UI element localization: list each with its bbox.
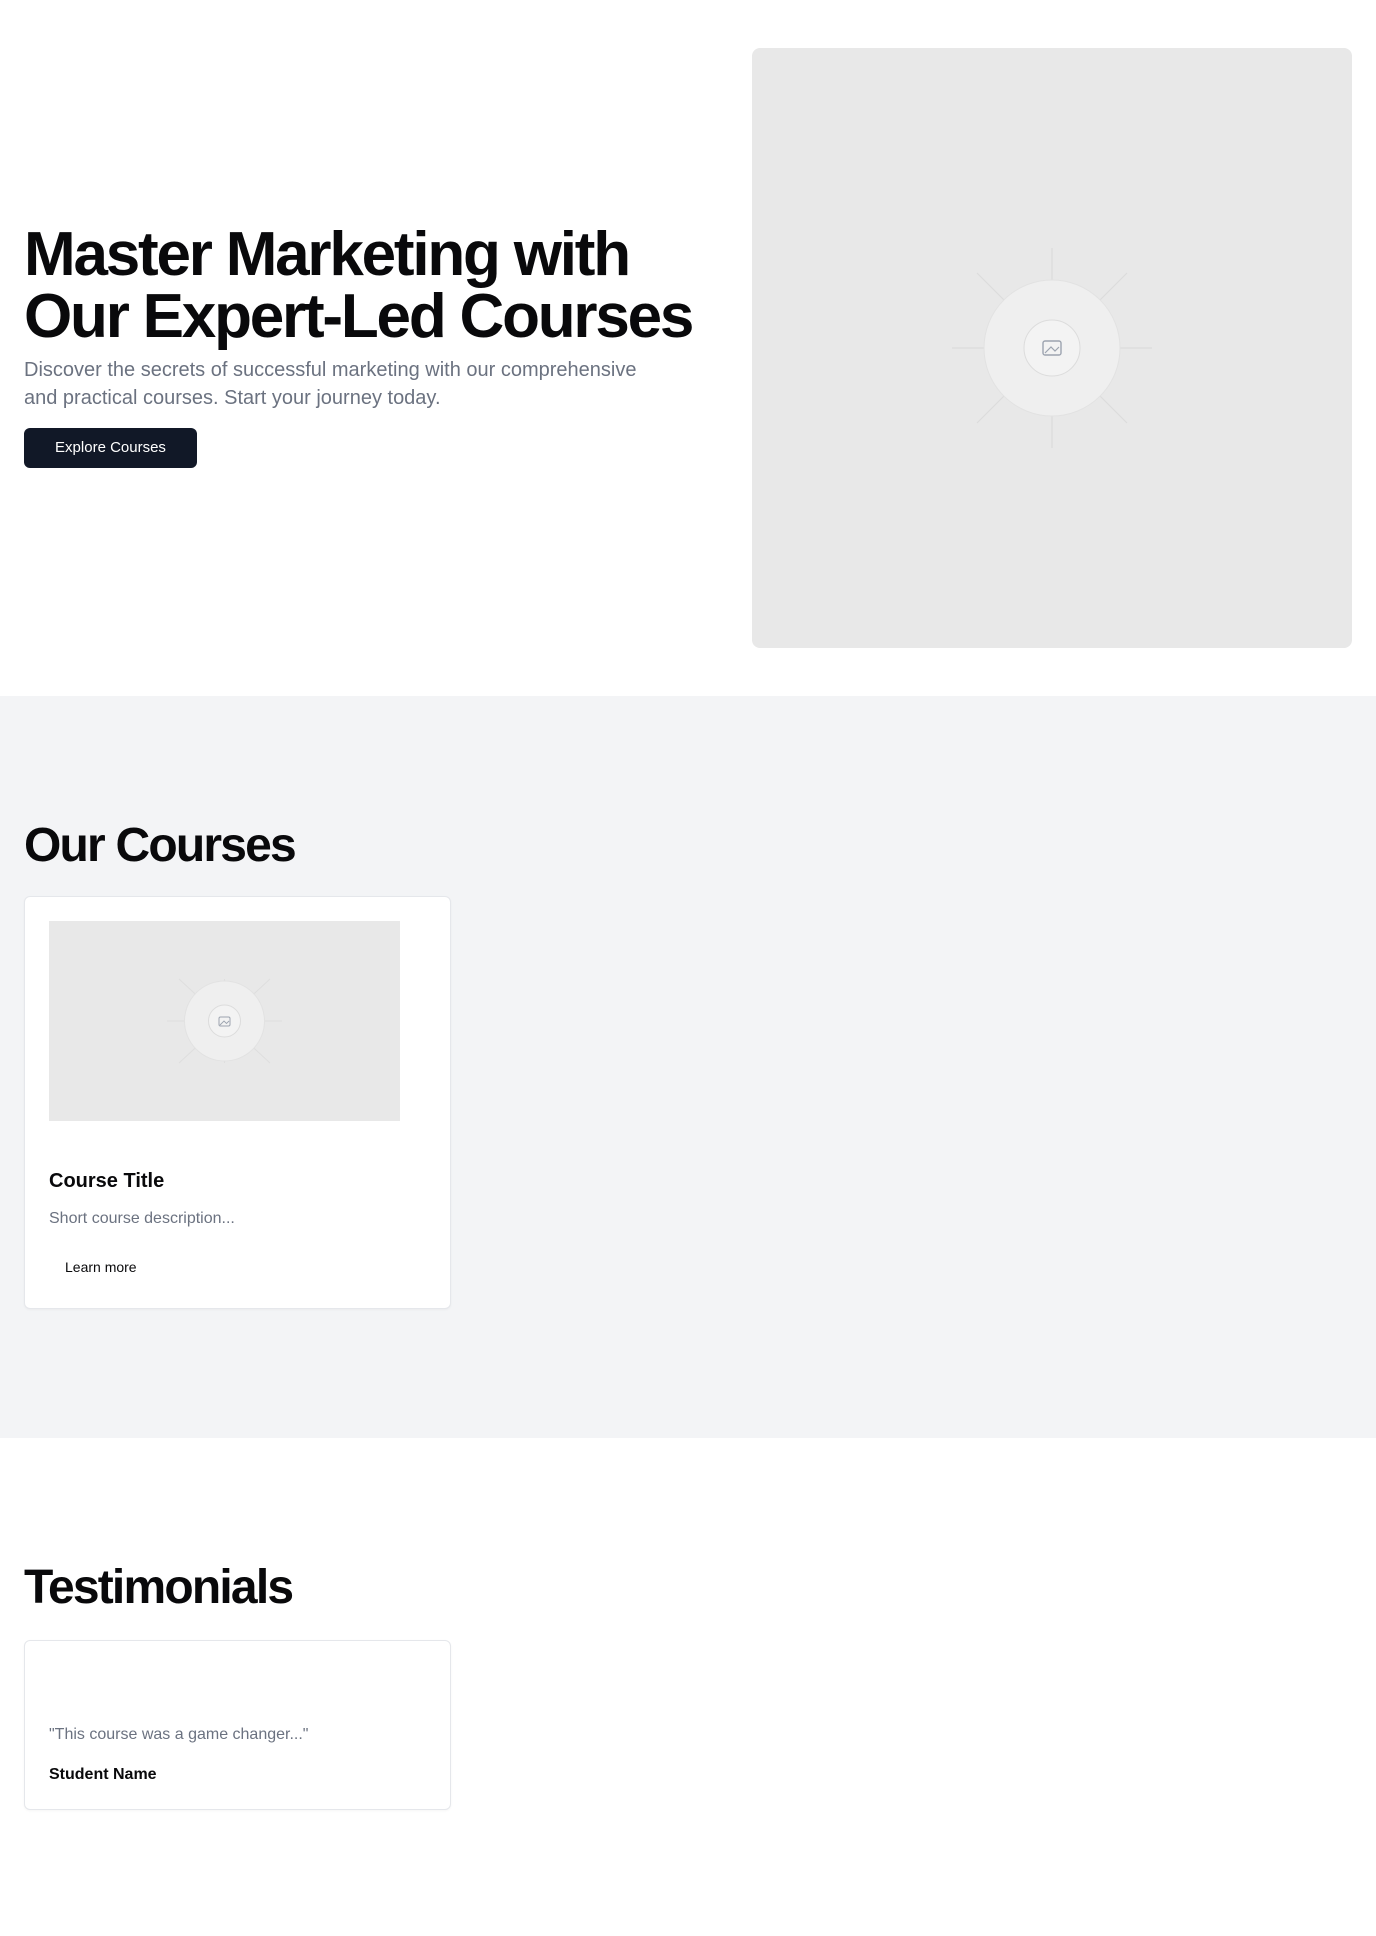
testimonial-author: Student Name — [49, 1766, 157, 1783]
testimonial-quote: "This course was a game changer..." — [49, 1726, 309, 1743]
course-card: Course Title Short course description...… — [24, 896, 451, 1309]
image-placeholder-icon — [952, 248, 1152, 448]
image-placeholder-icon — [167, 978, 282, 1064]
explore-courses-button[interactable]: Explore Courses — [24, 428, 197, 468]
hero-title-line-2: Our Expert-Led Courses — [24, 282, 694, 351]
hero-text-block: Master Marketing with Our Expert-Led Cou… — [24, 224, 704, 468]
testimonial-card: "This course was a game changer..." Stud… — [24, 1640, 451, 1810]
hero-image-placeholder — [752, 48, 1352, 648]
learn-more-button[interactable]: Learn more — [49, 1249, 153, 1285]
courses-section: Our Courses Course Title Short course de… — [0, 696, 1376, 1438]
course-description: Short course description... — [49, 1210, 235, 1227]
testimonials-heading: Testimonials — [24, 1561, 294, 1614]
course-title: Course Title — [49, 1170, 165, 1192]
hero-section: Master Marketing with Our Expert-Led Cou… — [0, 0, 1376, 696]
courses-heading: Our Courses — [24, 819, 297, 872]
course-image-placeholder — [49, 921, 400, 1121]
hero-title: Master Marketing with Our Expert-Led Cou… — [24, 224, 704, 348]
hero-title-line-1: Master Marketing with — [24, 220, 631, 289]
hero-subtitle: Discover the secrets of successful marke… — [24, 359, 637, 409]
testimonials-section: Testimonials "This course was a game cha… — [0, 1438, 1376, 1936]
